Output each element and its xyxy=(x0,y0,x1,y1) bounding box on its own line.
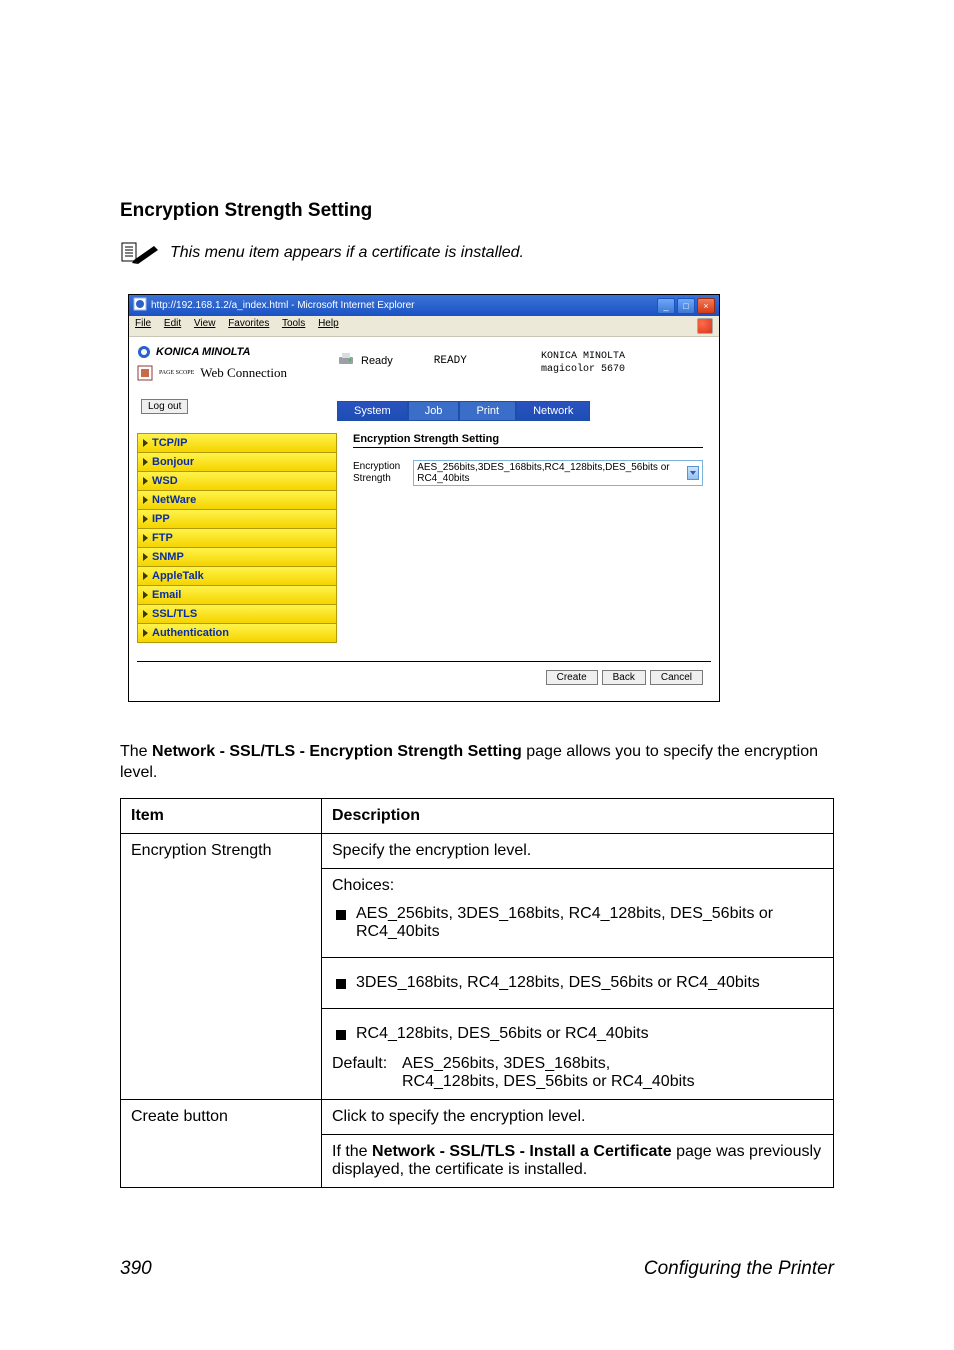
note-row: This menu item appears if a certificate … xyxy=(120,240,834,266)
maximize-icon[interactable]: □ xyxy=(677,298,695,314)
page-number: 390 xyxy=(120,1258,152,1280)
sidebar-label: IPP xyxy=(152,513,170,525)
sidebar: TCP/IP Bonjour WSD NetWare IPP FTP SNMP … xyxy=(137,433,337,643)
sidebar-item-ftp[interactable]: FTP xyxy=(137,528,337,547)
sidebar-item-snmp[interactable]: SNMP xyxy=(137,547,337,566)
th-description: Description xyxy=(322,798,834,833)
bullet-icon xyxy=(336,1030,346,1040)
tab-network[interactable]: Network xyxy=(516,401,590,421)
sidebar-item-authentication[interactable]: Authentication xyxy=(137,623,337,643)
sidebar-label: Authentication xyxy=(152,627,229,639)
sidebar-item-ssltls[interactable]: SSL/TLS xyxy=(137,604,337,623)
cell-create-desc2: If the Network - SSL/TLS - Install a Cer… xyxy=(322,1134,834,1187)
default-label: Default: xyxy=(332,1055,394,1091)
sidebar-item-appletalk[interactable]: AppleTalk xyxy=(137,566,337,585)
note-text: This menu item appears if a certificate … xyxy=(170,240,524,262)
encryption-strength-label: Encryption Strength xyxy=(353,461,403,485)
ie-window: http://192.168.1.2/a_index.html - Micros… xyxy=(128,294,720,702)
menu-edit[interactable]: Edit xyxy=(164,318,181,329)
info-table: Item Description Encryption Strength Spe… xyxy=(120,798,834,1188)
footer-section: Configuring the Printer xyxy=(644,1258,834,1280)
chevron-right-icon xyxy=(143,610,148,618)
status-label: Ready xyxy=(361,355,393,367)
chevron-down-icon xyxy=(687,466,699,480)
tab-system[interactable]: System xyxy=(337,401,408,421)
menu-help[interactable]: Help xyxy=(318,318,339,329)
content-title: Encryption Strength Setting xyxy=(353,433,703,448)
sidebar-label: SNMP xyxy=(152,551,184,563)
menu-tools[interactable]: Tools xyxy=(282,318,305,329)
sidebar-label: FTP xyxy=(152,532,173,544)
sidebar-item-bonjour[interactable]: Bonjour xyxy=(137,452,337,471)
tab-job[interactable]: Job xyxy=(408,401,460,421)
note-pencil-icon xyxy=(120,240,160,266)
sidebar-item-netware[interactable]: NetWare xyxy=(137,490,337,509)
window-title: http://192.168.1.2/a_index.html - Micros… xyxy=(151,300,414,311)
bullet-icon xyxy=(336,910,346,920)
select-value: AES_256bits,3DES_168bits,RC4_128bits,DES… xyxy=(417,462,682,484)
ie-page-icon xyxy=(133,297,147,314)
sidebar-item-tcpip[interactable]: TCP/IP xyxy=(137,433,337,452)
choice-text: 3DES_168bits, RC4_128bits, DES_56bits or… xyxy=(356,974,760,992)
create-button[interactable]: Create xyxy=(546,670,598,685)
sidebar-item-email[interactable]: Email xyxy=(137,585,337,604)
close-icon[interactable]: × xyxy=(697,298,715,314)
cell-create-desc1: Click to specify the encryption level. xyxy=(322,1099,834,1134)
web-connection-label: Web Connection xyxy=(200,365,287,381)
menu-view[interactable]: View xyxy=(194,318,216,329)
menu-file[interactable]: File xyxy=(135,318,151,329)
sidebar-label: WSD xyxy=(152,475,178,487)
ready-banner: READY xyxy=(434,355,467,367)
th-item: Item xyxy=(121,798,322,833)
device-model: magicolor 5670 xyxy=(541,363,711,376)
chevron-right-icon xyxy=(143,591,148,599)
cell-spec-line: Specify the encryption level. xyxy=(322,833,834,868)
sidebar-label: SSL/TLS xyxy=(152,608,197,620)
back-button[interactable]: Back xyxy=(602,670,646,685)
chevron-right-icon xyxy=(143,572,148,580)
chevron-right-icon xyxy=(143,458,148,466)
default-value-l1: AES_256bits, 3DES_168bits, xyxy=(402,1055,610,1072)
sidebar-item-ipp[interactable]: IPP xyxy=(137,509,337,528)
ie-logo-icon xyxy=(697,318,713,334)
cancel-button[interactable]: Cancel xyxy=(650,670,703,685)
pagescope-icon xyxy=(137,365,153,381)
sidebar-label: Email xyxy=(152,589,181,601)
sidebar-label: Bonjour xyxy=(152,456,194,468)
cell-choice-3-default: RC4_128bits, DES_56bits or RC4_40bits De… xyxy=(322,1008,834,1099)
choice-text: RC4_128bits, DES_56bits or RC4_40bits xyxy=(356,1025,649,1043)
menu-favorites[interactable]: Favorites xyxy=(228,318,269,329)
chevron-right-icon xyxy=(143,477,148,485)
printer-status-icon xyxy=(337,350,355,371)
logout-button[interactable]: Log out xyxy=(141,399,188,414)
page-heading: Encryption Strength Setting xyxy=(120,200,834,222)
cell-choice-2: 3DES_168bits, RC4_128bits, DES_56bits or… xyxy=(322,957,834,1008)
cell-choices: Choices: AES_256bits, 3DES_168bits, RC4_… xyxy=(322,868,834,957)
chevron-right-icon xyxy=(143,515,148,523)
encryption-strength-select[interactable]: AES_256bits,3DES_168bits,RC4_128bits,DES… xyxy=(413,460,703,486)
bullet-icon xyxy=(336,979,346,989)
sidebar-label: NetWare xyxy=(152,494,196,506)
km-logo-icon xyxy=(137,345,151,359)
chevron-right-icon xyxy=(143,496,148,504)
chevron-right-icon xyxy=(143,553,148,561)
choice-text: AES_256bits, 3DES_168bits, RC4_128bits, … xyxy=(356,905,823,941)
sidebar-item-wsd[interactable]: WSD xyxy=(137,471,337,490)
sidebar-label: TCP/IP xyxy=(152,437,187,449)
cell-create-button: Create button xyxy=(121,1099,322,1187)
minimize-icon[interactable]: _ xyxy=(657,298,675,314)
default-value-l2: RC4_128bits, DES_56bits or RC4_40bits xyxy=(402,1073,695,1090)
brand-text: KONICA MINOLTA xyxy=(156,346,251,358)
chevron-right-icon xyxy=(143,534,148,542)
device-maker: KONICA MINOLTA xyxy=(541,350,711,363)
chevron-right-icon xyxy=(143,629,148,637)
chevron-right-icon xyxy=(143,439,148,447)
tab-print[interactable]: Print xyxy=(459,401,516,421)
intro-paragraph: The Network - SSL/TLS - Encryption Stren… xyxy=(120,742,834,784)
cell-encryption-strength: Encryption Strength xyxy=(121,833,322,1099)
pagescope-label: PAGE SCOPE xyxy=(159,370,194,376)
sidebar-label: AppleTalk xyxy=(152,570,204,582)
